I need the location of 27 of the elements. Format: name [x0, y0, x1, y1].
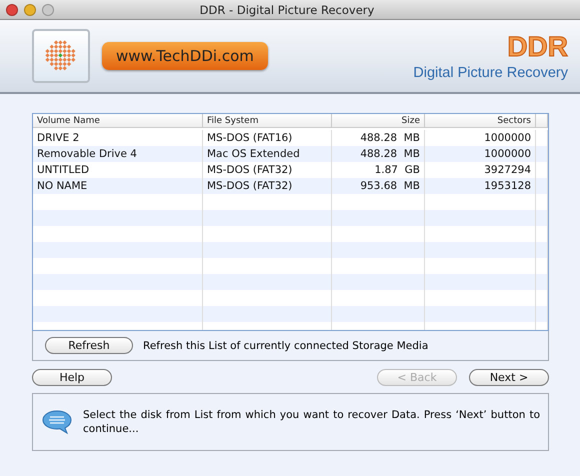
help-button[interactable]: Help	[32, 369, 112, 386]
refresh-button[interactable]: Refresh	[45, 337, 133, 354]
brand-subtitle: Digital Picture Recovery	[413, 65, 568, 81]
zoom-icon[interactable]	[42, 4, 54, 16]
next-button[interactable]: Next >	[469, 369, 549, 386]
brand-title: DDR	[507, 31, 568, 63]
column-header[interactable]: Sectors	[425, 114, 536, 128]
table-cell[interactable]: Mac OS Extended	[203, 146, 332, 162]
table-cell[interactable]: NO NAME	[33, 178, 203, 194]
instruction-text: Select the disk from List from which you want to recover Data. Press ‘Next’ button to continue...	[83, 408, 540, 436]
column-header[interactable]: File System	[203, 114, 332, 128]
website-link[interactable]: www.TechDDi.com	[102, 42, 268, 70]
table-cell[interactable]: 953.68 MB	[332, 178, 425, 194]
minimize-icon[interactable]	[24, 4, 36, 16]
table-cell[interactable]: 1953128	[425, 178, 536, 194]
column-header-filler	[536, 114, 548, 128]
speech-bubble-icon	[41, 409, 73, 435]
table-cell[interactable]: 1000000	[425, 146, 536, 162]
window-title: DDR - Digital Picture Recovery	[198, 2, 376, 16]
column-header[interactable]: Size	[332, 114, 425, 128]
dot-grid-logo-icon	[44, 39, 78, 73]
column-header[interactable]: Volume Name	[33, 114, 203, 128]
close-icon[interactable]	[6, 4, 18, 16]
table-cell[interactable]: Removable Drive 4	[33, 146, 203, 162]
table-cell[interactable]: 488.28 MB	[332, 146, 425, 162]
refresh-description: Refresh this List of currently connected Storage Media	[143, 340, 428, 352]
table-cell[interactable]: MS-DOS (FAT32)	[203, 178, 332, 194]
